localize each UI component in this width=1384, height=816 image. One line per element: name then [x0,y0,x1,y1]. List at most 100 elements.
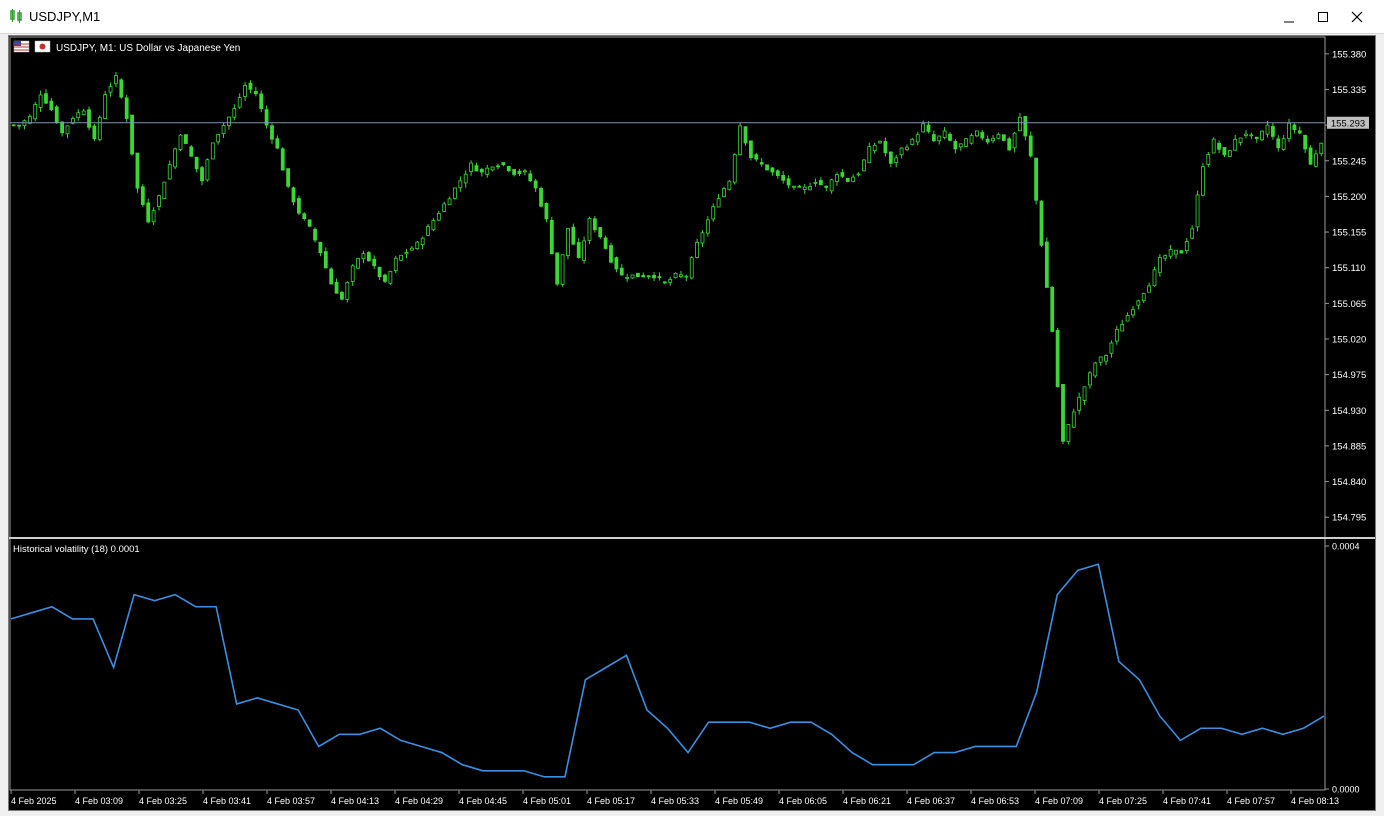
chart-canvas[interactable]: USDJPY, M1: US Dollar vs Japanese Yen Hi… [9,36,1375,810]
candle-series [11,72,1324,445]
flag-jp-icon [34,40,51,53]
candle-body [194,156,199,170]
candle-body [280,148,285,171]
candle-body [1319,142,1324,155]
candle-body [845,177,850,182]
candle-body [792,185,796,188]
candle-body [851,176,856,183]
candle-body [1141,293,1146,302]
candle-body [646,275,651,278]
candle-body [813,181,818,184]
candle-body [1201,166,1205,196]
candle-body [517,170,522,174]
candle-body [356,257,360,269]
candle-body [393,257,398,271]
candle-body [668,279,673,283]
time-tick-label: 4 Feb 07:25 [1099,796,1147,806]
candle-body [1109,342,1114,354]
time-tick-label: 4 Feb 06:21 [843,796,891,806]
candle-body [119,79,124,98]
time-tick-label: 4 Feb 2025 [11,796,57,806]
candle-body [313,228,317,241]
price-tick-label: 155.155 [1332,228,1366,239]
candle-body [840,172,845,177]
candle-body [555,252,560,285]
chart-window[interactable]: USDJPY, M1: US Dollar vs Japanese Yen Hi… [8,35,1376,811]
candle-body [296,198,301,214]
candle-body [97,117,102,140]
candle-body [151,210,156,223]
price-tick-label: 155.335 [1332,85,1366,96]
indicator-plot-border [9,537,1326,791]
candle-body [980,132,985,139]
current-price-value: 155.293 [1331,118,1365,129]
candle-body [926,124,931,132]
candle-body [533,180,538,189]
candle-body [1104,355,1108,362]
candle-body [345,282,350,300]
candle-body [598,227,603,238]
candle-body [1147,285,1152,293]
candle-body [1050,286,1055,332]
indicator-label: Historical volatility (18) 0.0001 [13,544,140,555]
chart-label: USDJPY, M1: US Dollar vs Japanese Yen [56,43,240,54]
candle-body [614,257,619,270]
time-tick-label: 4 Feb 07:41 [1163,796,1211,806]
close-button[interactable] [1340,0,1374,34]
candle-body [1093,362,1098,377]
candle-body [146,202,151,223]
candle-body [237,97,242,108]
candle-body [878,140,882,144]
candle-body [377,266,382,278]
price-tick-label: 154.795 [1332,513,1366,524]
candle-body [189,146,194,157]
candle-body [953,140,958,150]
candle-body [770,167,775,173]
candle-body [366,252,371,262]
candle-body [996,133,1001,139]
time-tick-label: 4 Feb 08:13 [1291,796,1339,806]
candle-body [894,157,899,164]
candle-body [463,173,468,184]
candle-body [1157,257,1162,273]
volatility-tick-label: 0.0000 [1332,785,1360,795]
candle-body [216,134,221,143]
time-tick-label: 4 Feb 03:57 [267,796,315,806]
window-titlebar: USDJPY,M1 [0,0,1384,34]
candle-body [716,198,721,208]
current-price-tag: 155.293 [1327,116,1369,129]
time-tick-label: 4 Feb 04:13 [331,796,379,806]
candle-body [1244,133,1248,136]
candle-body [1297,130,1302,134]
minimize-button[interactable] [1272,0,1306,34]
candle-body [1018,116,1022,132]
candle-body [253,91,258,95]
candle-body [87,109,91,128]
candle-body [942,130,947,138]
time-tick-label: 4 Feb 03:41 [203,796,251,806]
candle-body [409,247,414,251]
candle-body [485,167,490,175]
candle-body [329,268,334,285]
candle-body [1206,154,1211,165]
candle-body [722,188,726,198]
candle-body [453,187,457,199]
candle-body [11,124,16,127]
candle-body [829,179,834,192]
candle-body [162,181,167,200]
candle-body [1233,139,1238,151]
time-tick-label: 4 Feb 04:29 [395,796,443,806]
maximize-button[interactable] [1306,0,1340,34]
candle-body [910,138,915,145]
candle-body [442,203,447,212]
candle-body [808,186,813,191]
time-tick-label: 4 Feb 07:57 [1227,796,1275,806]
candle-body [130,114,134,155]
time-tick-label: 4 Feb 07:09 [1035,796,1083,806]
candle-body [1222,147,1227,156]
candle-body [1238,137,1243,143]
candle-body [641,274,646,278]
candle-body [140,186,145,205]
candle-body [60,121,65,134]
candle-body [609,245,613,263]
